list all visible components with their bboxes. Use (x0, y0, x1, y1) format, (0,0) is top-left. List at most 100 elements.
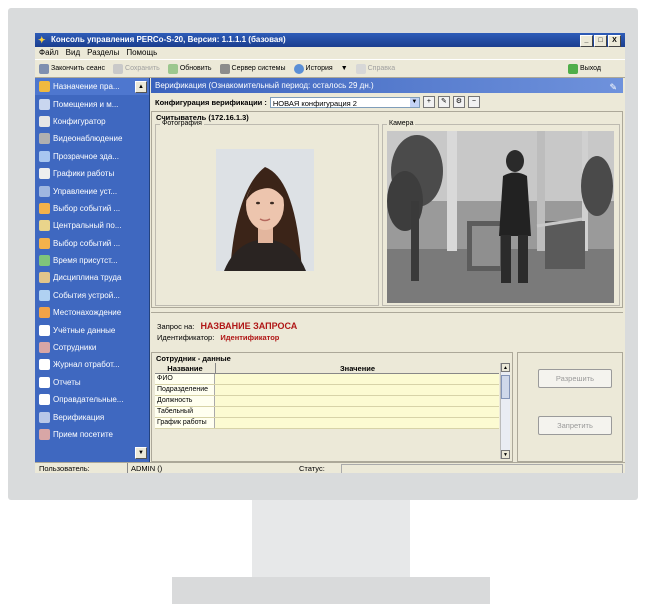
sidebar-item-label: Управление уст... (53, 186, 118, 196)
sidebar-item[interactable]: Дисциплина труда (35, 269, 149, 286)
events-icon (39, 202, 50, 214)
sidebar-item[interactable]: Графики работы (35, 165, 149, 182)
config-select[interactable]: НОВАЯ конфигурация 2 ▼ (269, 96, 420, 108)
sidebar-item[interactable]: Центральный по... (35, 217, 149, 234)
sidebar-item[interactable]: Учётные данные (35, 321, 149, 338)
info-icon[interactable]: ✎ (609, 80, 617, 95)
table-row[interactable]: График работы (155, 418, 499, 429)
scroll-up-icon[interactable]: ▲ (135, 81, 147, 93)
sidebar-item[interactable]: Местонахождение (35, 304, 149, 321)
employee-title: Сотрудник - данные (156, 354, 231, 363)
sidebar-item[interactable]: Оправдательные... (35, 391, 149, 408)
scroll-down-icon[interactable]: ▼ (501, 450, 510, 459)
field-value-cell[interactable] (215, 385, 499, 395)
table-row[interactable]: Подразделение (155, 385, 499, 396)
folder-icon (39, 394, 50, 406)
exit-button[interactable]: Выход (564, 61, 605, 76)
user-label: Пользователь: (39, 464, 90, 473)
gear-icon (39, 115, 50, 127)
sidebar-item[interactable]: События устрой... (35, 287, 149, 304)
help-icon (355, 63, 366, 74)
edit-icon[interactable]: ✎ (437, 96, 450, 108)
minimize-button[interactable]: _ (580, 35, 593, 47)
sidebar-item[interactable]: Видеонаблюдение (35, 130, 149, 147)
reader-panel: Считыватель (172.16.1.3) Фотография Каме… (151, 111, 623, 308)
sidebar-item[interactable]: Назначение пра... (35, 78, 149, 96)
save-label: Сохранить (125, 65, 160, 72)
field-name-cell: Подразделение (155, 385, 215, 395)
person-icon (39, 272, 50, 284)
location-icon (39, 307, 50, 319)
sidebar-item[interactable]: Управление уст... (35, 182, 149, 199)
sidebar-item-label: Выбор событий ... (53, 238, 121, 248)
sidebar-item[interactable]: Отчеты (35, 374, 149, 391)
key-icon (39, 81, 50, 93)
scroll-up-icon[interactable]: ▲ (501, 363, 510, 372)
sidebar-item[interactable]: Журнал отработ... (35, 356, 149, 373)
app-logo-icon: ✦ (38, 35, 46, 45)
sidebar-item[interactable]: Помещения и м... (35, 95, 149, 112)
chevron-down-icon[interactable]: ▼ (341, 65, 348, 72)
sidebar-item-label: Время присутст... (53, 256, 118, 266)
delete-icon[interactable]: − (467, 96, 480, 108)
field-value-cell[interactable] (215, 374, 499, 384)
building-icon (39, 150, 50, 162)
history-button[interactable]: История ▼ (290, 61, 352, 76)
field-value-cell[interactable] (215, 407, 499, 417)
sidebar-item[interactable]: Выбор событий ... (35, 235, 149, 252)
field-value-cell[interactable] (215, 396, 499, 406)
sidebar-item[interactable]: Прозрачное зда... (35, 148, 149, 165)
request-line: Запрос на: НАЗВАНИЕ ЗАПРОСА (157, 321, 297, 331)
history-label: История (305, 65, 333, 72)
menu-file[interactable]: Файл (39, 47, 59, 58)
section-title: Верификация (Ознакомительный период: ост… (155, 81, 374, 90)
finish-session-button[interactable]: Закончить сеанс (35, 61, 109, 76)
request-label: Запрос на: (157, 322, 195, 331)
sidebar-item[interactable]: Сотрудники (35, 339, 149, 356)
menu-help[interactable]: Помощь (126, 47, 157, 58)
calendar-icon (39, 168, 50, 180)
save-button[interactable]: Сохранить (109, 61, 164, 76)
save-icon (113, 63, 124, 74)
add-icon[interactable]: + (422, 96, 435, 108)
server-button[interactable]: Сервер системы (216, 61, 290, 76)
visitor-icon (39, 429, 50, 440)
server-label: Сервер системы (231, 65, 286, 72)
column-value-header[interactable]: Значение (216, 363, 499, 374)
maximize-button[interactable]: □ (594, 35, 607, 47)
photo-group: Фотография (155, 120, 379, 306)
deny-button[interactable]: Запретить (538, 416, 612, 435)
sidebar-item-label: Журнал отработ... (53, 360, 120, 370)
table-row[interactable]: Табельный номер (155, 407, 499, 425)
sidebar-item[interactable]: Верификация (35, 408, 149, 425)
section-header: Верификация (Ознакомительный период: ост… (151, 78, 623, 93)
menu-sections[interactable]: Разделы (87, 47, 119, 58)
finish-session-label: Закончить сеанс (51, 65, 106, 72)
window-title: Консоль управления PERCo-S-20, Версия: 1… (51, 35, 286, 44)
sidebar-item[interactable]: Прием посетите (35, 426, 149, 443)
scroll-thumb[interactable] (501, 375, 510, 399)
sidebar-item-label: Учётные данные (53, 325, 116, 335)
sidebar-item[interactable]: Время присутст... (35, 252, 149, 269)
status-value (341, 464, 623, 473)
user-value: ADMIN () (127, 463, 301, 473)
help-button[interactable]: Справка (352, 61, 399, 76)
sidebar-item-label: Помещения и м... (53, 99, 119, 109)
scroll-down-icon[interactable]: ▼ (135, 447, 147, 459)
settings-icon[interactable]: ⚙ (452, 96, 465, 108)
allow-button[interactable]: Разрешить (538, 369, 612, 388)
sidebar-item[interactable]: Выбор событий ... (35, 200, 149, 217)
app-window: ✦ Консоль управления PERCo-S-20, Версия:… (35, 33, 625, 473)
person-icon (39, 342, 50, 354)
config-label: Конфигурация верификации : (155, 97, 267, 107)
menu-view[interactable]: Вид (66, 47, 80, 58)
table-row[interactable]: Должность (155, 396, 499, 407)
column-name-header[interactable]: Название (155, 363, 216, 374)
close-button[interactable]: X (608, 35, 621, 47)
table-scrollbar[interactable]: ▲ ▼ (500, 363, 510, 459)
refresh-button[interactable]: Обновить (164, 61, 216, 76)
field-value-cell[interactable] (215, 418, 499, 428)
chevron-down-icon[interactable]: ▼ (409, 97, 419, 107)
table-row[interactable]: ФИО (155, 374, 499, 385)
sidebar-item[interactable]: Конфигуратор (35, 113, 149, 130)
